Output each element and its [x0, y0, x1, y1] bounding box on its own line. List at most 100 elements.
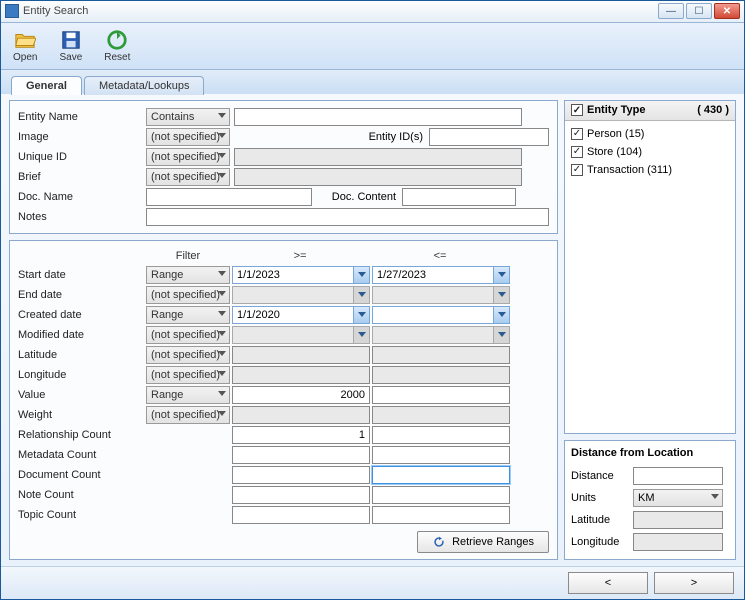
- entity-type-item[interactable]: ✓ Person (15): [571, 125, 729, 143]
- entity-type-item[interactable]: ✓Store (104): [571, 143, 729, 161]
- num-ge-input[interactable]: [232, 446, 370, 464]
- minimize-button[interactable]: —: [658, 3, 684, 19]
- image-label: Image: [18, 131, 146, 143]
- entity-type-header: ✓ Entity Type ( 430 ): [565, 101, 735, 121]
- reset-label: Reset: [104, 52, 130, 63]
- entity-type-all-checkbox[interactable]: ✓: [571, 104, 583, 116]
- tab-general[interactable]: General: [11, 76, 82, 95]
- doc-content-label: Doc. Content: [312, 191, 402, 203]
- dist-latitude-input: [633, 511, 723, 529]
- chevron-down-icon: [218, 291, 226, 296]
- range-label: End date: [18, 289, 146, 301]
- next-button[interactable]: >: [654, 572, 734, 594]
- image-filter[interactable]: (not specified): [146, 128, 230, 146]
- range-filter-select[interactable]: (not specified): [146, 406, 230, 424]
- chevron-down-icon: [218, 351, 226, 356]
- chevron-down-icon: [218, 391, 226, 396]
- range-row-note_count: Note Count: [18, 485, 549, 505]
- notes-label: Notes: [18, 211, 146, 223]
- checkbox-icon[interactable]: ✓: [571, 128, 583, 140]
- content: Entity Name Contains Image (not specifie…: [1, 94, 744, 566]
- checkbox-icon[interactable]: ✓: [571, 146, 583, 158]
- tab-metadata-lookups[interactable]: Metadata/Lookups: [84, 76, 205, 95]
- chevron-down-icon: [711, 494, 719, 499]
- range-filter-select[interactable]: (not specified): [146, 326, 230, 344]
- right-column: ✓ Entity Type ( 430 ) ✓ Person (15) ✓Store…: [564, 100, 736, 560]
- date-le-input[interactable]: [372, 306, 510, 324]
- range-filter-select[interactable]: (not specified): [146, 286, 230, 304]
- range-filter-select[interactable]: Range: [146, 306, 230, 324]
- range-row-longitude: Longitude(not specified): [18, 365, 549, 385]
- range-filter-select[interactable]: Range: [146, 266, 230, 284]
- range-row-meta_count: Metadata Count: [18, 445, 549, 465]
- date-le-input[interactable]: 1/27/2023: [372, 266, 510, 284]
- num-le-input[interactable]: [372, 386, 510, 404]
- num-le-input[interactable]: [372, 466, 510, 484]
- units-label: Units: [571, 492, 633, 504]
- entity-type-item[interactable]: ✓Transaction (311): [571, 161, 729, 179]
- num-ge-input[interactable]: [232, 466, 370, 484]
- chevron-down-icon: [218, 411, 226, 416]
- range-label: Topic Count: [18, 509, 146, 521]
- retrieve-ranges-button[interactable]: Retrieve Ranges: [417, 531, 549, 553]
- chevron-down-icon: [218, 371, 226, 376]
- num-ge-input[interactable]: [232, 426, 370, 444]
- date-le-input: [372, 326, 510, 344]
- chevron-down-icon[interactable]: [493, 267, 509, 283]
- num-le-input[interactable]: [372, 446, 510, 464]
- folder-open-icon: [14, 29, 36, 51]
- num-le-input[interactable]: [372, 486, 510, 504]
- range-row-doc_count: Document Count: [18, 465, 549, 485]
- date-ge-input[interactable]: 1/1/2023: [232, 266, 370, 284]
- chevron-down-icon: [218, 331, 226, 336]
- range-label: Value: [18, 389, 146, 401]
- distance-panel: Distance from Location Distance Units KM…: [564, 440, 736, 560]
- num-le-input: [372, 406, 510, 424]
- num-ge-input[interactable]: [232, 486, 370, 504]
- toolbar: Open Save Reset: [1, 23, 744, 70]
- maximize-button[interactable]: ☐: [686, 3, 712, 19]
- entity-type-item-label: Person (15): [587, 128, 644, 140]
- open-button[interactable]: Open: [7, 27, 43, 65]
- distance-input[interactable]: [633, 467, 723, 485]
- date-ge-input[interactable]: 1/1/2020: [232, 306, 370, 324]
- chevron-down-icon: [493, 327, 509, 343]
- tabbar: General Metadata/Lookups: [1, 70, 744, 94]
- range-filter-select[interactable]: (not specified): [146, 366, 230, 384]
- range-row-rel_count: Relationship Count: [18, 425, 549, 445]
- num-le-input[interactable]: [372, 426, 510, 444]
- entity-type-panel: ✓ Entity Type ( 430 ) ✓ Person (15) ✓Store…: [564, 100, 736, 434]
- unique-id-filter[interactable]: (not specified): [146, 148, 230, 166]
- doc-content-input[interactable]: [402, 188, 516, 206]
- chevron-down-icon[interactable]: [353, 307, 369, 323]
- reset-button[interactable]: Reset: [98, 27, 136, 65]
- range-filter-select[interactable]: Range: [146, 386, 230, 404]
- doc-name-input[interactable]: [146, 188, 312, 206]
- entity-name-filter[interactable]: Contains: [146, 108, 230, 126]
- distance-label: Distance: [571, 470, 633, 482]
- entity-ids-input[interactable]: [429, 128, 549, 146]
- chevron-down-icon[interactable]: [353, 267, 369, 283]
- left-column: Entity Name Contains Image (not specifie…: [9, 100, 558, 560]
- unique-id-label: Unique ID: [18, 151, 146, 163]
- chevron-down-icon: [353, 327, 369, 343]
- num-le-input: [372, 366, 510, 384]
- prev-button[interactable]: <: [568, 572, 648, 594]
- num-ge-input: [232, 366, 370, 384]
- num-ge-input[interactable]: [232, 506, 370, 524]
- checkbox-icon[interactable]: ✓: [571, 164, 583, 176]
- num-ge-input[interactable]: [232, 386, 370, 404]
- titlebar: Entity Search — ☐ ✕: [1, 1, 744, 23]
- num-le-input[interactable]: [372, 506, 510, 524]
- entity-name-input[interactable]: [234, 108, 522, 126]
- units-select[interactable]: KM: [633, 489, 723, 507]
- num-le-input: [372, 346, 510, 364]
- close-button[interactable]: ✕: [714, 3, 740, 19]
- entity-type-title: Entity Type: [587, 104, 645, 116]
- range-filter-select[interactable]: (not specified): [146, 346, 230, 364]
- range-label: Document Count: [18, 469, 146, 481]
- notes-input[interactable]: [146, 208, 549, 226]
- brief-filter[interactable]: (not specified): [146, 168, 230, 186]
- save-button[interactable]: Save: [53, 27, 88, 65]
- chevron-down-icon[interactable]: [493, 307, 509, 323]
